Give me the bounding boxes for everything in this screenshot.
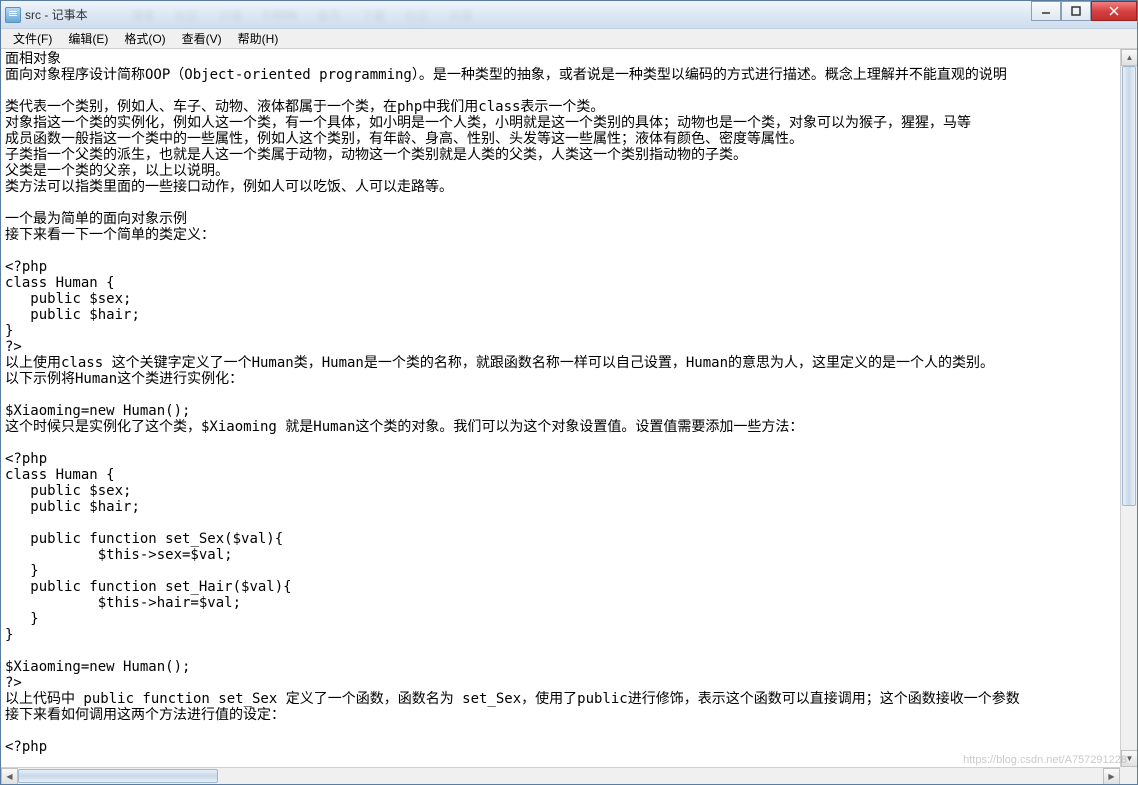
menu-format[interactable]: 格式(O)	[116, 28, 173, 49]
notepad-icon	[5, 7, 21, 23]
horizontal-scrollbar[interactable]: ◀ ▶	[1, 767, 1120, 784]
vertical-scrollbar[interactable]: ▲ ▼	[1120, 49, 1137, 767]
titlebar[interactable]: src - 记事本 博客社区问答 CSDN 首页下载社区问答	[1, 1, 1137, 29]
scroll-corner	[1120, 767, 1137, 784]
menu-view[interactable]: 查看(V)	[174, 28, 230, 49]
content-area: 面相对象 面向对象程序设计简称OOP（Object-oriented progr…	[1, 49, 1137, 784]
scroll-up-arrow-icon[interactable]: ▲	[1121, 49, 1137, 66]
text-editor[interactable]: 面相对象 面向对象程序设计简称OOP（Object-oriented progr…	[1, 49, 1137, 784]
notepad-window: src - 记事本 博客社区问答 CSDN 首页下载社区问答 文件(F) 编辑(…	[0, 0, 1138, 785]
background-blur: 博客社区问答 CSDN 首页下载社区问答	[131, 2, 1037, 28]
scroll-down-arrow-icon[interactable]: ▼	[1121, 750, 1137, 767]
horizontal-scroll-thumb[interactable]	[18, 769, 218, 783]
menu-help[interactable]: 帮助(H)	[230, 28, 287, 49]
scroll-right-arrow-icon[interactable]: ▶	[1103, 768, 1120, 784]
maximize-button[interactable]	[1061, 1, 1091, 21]
window-controls	[1031, 1, 1137, 21]
minimize-button[interactable]	[1031, 1, 1061, 21]
vertical-scroll-thumb[interactable]	[1122, 66, 1136, 506]
menu-file[interactable]: 文件(F)	[5, 28, 60, 49]
window-title: src - 记事本	[25, 6, 88, 23]
menu-edit[interactable]: 编辑(E)	[60, 28, 116, 49]
scroll-left-arrow-icon[interactable]: ◀	[1, 768, 18, 784]
close-button[interactable]	[1091, 1, 1137, 21]
menubar: 文件(F) 编辑(E) 格式(O) 查看(V) 帮助(H)	[1, 29, 1137, 49]
